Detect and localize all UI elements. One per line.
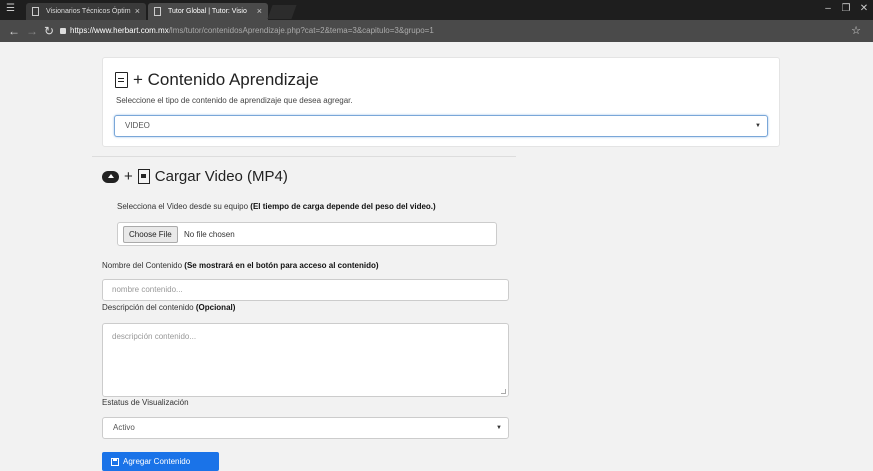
- forward-arrow-icon[interactable]: →: [26, 23, 38, 39]
- name-label-text: Nombre del Contenido: [102, 261, 185, 270]
- close-tab-icon[interactable]: ×: [257, 3, 262, 20]
- description-label: Descripción del contenido (Opcional): [102, 303, 235, 312]
- page-content: + Contenido Aprendizaje Seleccione el ti…: [0, 42, 873, 471]
- content-type-card: + Contenido Aprendizaje Seleccione el ti…: [102, 57, 780, 147]
- file-status: No file chosen: [184, 230, 235, 239]
- description-label-note: (Opcional): [195, 303, 236, 312]
- content-type-subtitle: Seleccione el tipo de contenido de apren…: [116, 96, 353, 105]
- file-input[interactable]: Choose File No file chosen: [117, 222, 497, 246]
- window-menu-icon[interactable]: ☰: [6, 3, 15, 14]
- description-textarea[interactable]: descripción contenido...: [102, 323, 509, 397]
- choose-file-button[interactable]: Choose File: [123, 226, 178, 243]
- description-label-text: Descripción del contenido: [102, 303, 196, 312]
- tab-title: Visionarios Técnicos Óptim: [46, 8, 131, 15]
- page-icon: [32, 7, 39, 16]
- browser-tab-2[interactable]: Tutor Global | Tutor: Visio ×: [148, 3, 268, 20]
- status-select[interactable]: Activo ▼: [102, 417, 509, 439]
- new-tab-button[interactable]: [267, 5, 297, 19]
- window-controls: – ❐ ✕: [819, 0, 873, 20]
- content-type-selected: VIDEO: [125, 121, 150, 130]
- upload-title-plus: +: [124, 168, 133, 185]
- browser-tab-1[interactable]: Visionarios Técnicos Óptim ×: [26, 3, 146, 20]
- add-content-button[interactable]: Agregar Contenido: [102, 452, 219, 471]
- maximize-icon[interactable]: ❐: [837, 0, 855, 20]
- name-label-note: (Se mostrará en el botón para acceso al …: [184, 261, 379, 270]
- close-tab-icon[interactable]: ×: [135, 3, 140, 20]
- browser-tab-bar: ☰ Visionarios Técnicos Óptim × Tutor Glo…: [0, 0, 873, 20]
- description-placeholder: descripción contenido...: [112, 332, 197, 341]
- reload-icon[interactable]: ↻: [44, 23, 54, 39]
- content-type-title-text: + Contenido Aprendizaje: [133, 70, 319, 89]
- tab-title: Tutor Global | Tutor: Visio: [168, 8, 247, 15]
- resize-handle-icon[interactable]: [501, 389, 506, 394]
- status-label: Estatus de Visualización: [102, 398, 189, 407]
- url-field[interactable]: https://www.herbart.com.mx/lms/tutor/con…: [60, 23, 850, 39]
- name-label: Nombre del Contenido (Se mostrará en el …: [102, 261, 379, 270]
- add-content-label: Agregar Contenido: [123, 457, 191, 466]
- file-label-note: (El tiempo de carga depende del peso del…: [250, 202, 436, 211]
- file-label-text: Selecciona el Video desde su equipo: [117, 202, 251, 211]
- content-name-input[interactable]: nombre contenido...: [102, 279, 509, 301]
- file-label: Selecciona el Video desde su equipo (El …: [117, 202, 436, 211]
- cloud-upload-icon: [102, 170, 119, 183]
- content-type-title: + Contenido Aprendizaje: [115, 70, 319, 90]
- url-path: /lms/tutor/contenidosAprendizaje.php?cat…: [168, 26, 434, 35]
- bookmark-star-icon[interactable]: ☆: [851, 23, 861, 39]
- chevron-down-icon: ▼: [496, 425, 502, 431]
- page-icon: [154, 7, 161, 16]
- content-name-placeholder: nombre contenido...: [112, 285, 183, 294]
- url-host: https://www.herbart.com.mx: [70, 26, 169, 35]
- video-file-icon: [137, 169, 150, 184]
- chevron-down-icon: ▼: [755, 123, 761, 129]
- upload-section-title: + Cargar Video (MP4): [102, 168, 288, 185]
- close-window-icon[interactable]: ✕: [855, 0, 873, 20]
- content-type-select[interactable]: VIDEO ▼: [114, 115, 768, 137]
- section-divider: [92, 156, 516, 157]
- lock-icon: [60, 27, 66, 34]
- save-icon: [111, 457, 119, 466]
- document-icon: [115, 72, 128, 88]
- back-arrow-icon[interactable]: ←: [8, 23, 20, 39]
- upload-title-text: Cargar Video (MP4): [154, 168, 288, 185]
- address-bar: ← → ↻ https://www.herbart.com.mx/lms/tut…: [0, 20, 873, 42]
- status-selected: Activo: [113, 423, 135, 432]
- minimize-icon[interactable]: –: [819, 0, 837, 20]
